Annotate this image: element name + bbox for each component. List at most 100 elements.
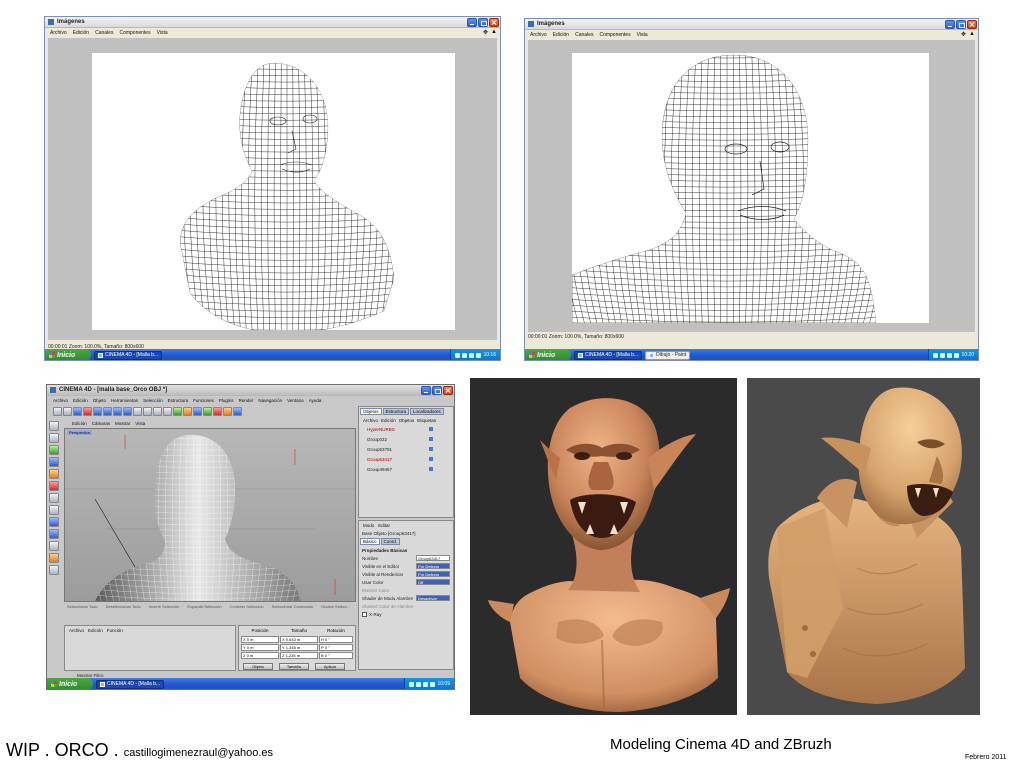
menu-funciones[interactable]: Funciones bbox=[193, 398, 214, 403]
menu-archivo[interactable]: Archivo bbox=[53, 398, 68, 403]
menu-ayuda[interactable]: Ayuda bbox=[309, 398, 322, 403]
attribute-value[interactable]: Group63417 bbox=[416, 555, 450, 561]
sel-all[interactable]: Seleccionar Todo bbox=[67, 604, 98, 609]
sel-invert[interactable]: Invertir Selección bbox=[149, 604, 180, 609]
mat-menu-edicion[interactable]: Edición bbox=[88, 628, 103, 633]
object-list-item[interactable]: Group022 bbox=[359, 434, 453, 444]
menu-componentes[interactable]: Componentes bbox=[599, 32, 630, 38]
tray-icon[interactable] bbox=[947, 352, 953, 358]
minimize-button[interactable] bbox=[421, 385, 431, 395]
attribute-value[interactable]: Por Defecto bbox=[416, 563, 450, 569]
z-axis-icon[interactable] bbox=[123, 406, 132, 416]
x-axis-icon[interactable] bbox=[103, 406, 112, 416]
sel-shrink[interactable]: Contraer Selección bbox=[230, 604, 264, 609]
mat-menu-archivo[interactable]: Archivo bbox=[69, 628, 84, 633]
attr-menu-editar[interactable]: Editar bbox=[378, 523, 390, 528]
sel-grow[interactable]: Expandir Selección bbox=[187, 604, 221, 609]
vp-menu-vista[interactable]: Vista bbox=[135, 421, 145, 426]
tray-icon[interactable] bbox=[462, 352, 468, 358]
tweak-icon[interactable] bbox=[49, 541, 59, 551]
redo-icon[interactable] bbox=[63, 406, 72, 416]
checker-icon[interactable] bbox=[49, 493, 59, 503]
vp-menu-camaras[interactable]: Cámaras bbox=[92, 421, 110, 426]
tray-icon[interactable] bbox=[476, 352, 482, 358]
deformer-icon[interactable] bbox=[213, 406, 222, 416]
vp-menu-mostrar[interactable]: Mostrar bbox=[115, 421, 130, 426]
array-icon[interactable] bbox=[203, 406, 212, 416]
tray-icon[interactable] bbox=[469, 352, 475, 358]
attribute-value[interactable]: Por Defecto bbox=[416, 571, 450, 577]
edges-mode-icon[interactable] bbox=[49, 457, 59, 467]
nurbs-icon[interactable] bbox=[183, 406, 192, 416]
camera-icon[interactable] bbox=[233, 406, 242, 416]
menu-canales[interactable]: Canales bbox=[95, 30, 113, 36]
texture-mode-icon[interactable] bbox=[49, 481, 59, 491]
tray-icon[interactable] bbox=[409, 681, 415, 687]
workplane-icon[interactable] bbox=[49, 529, 59, 539]
polygons-mode-icon[interactable] bbox=[49, 469, 59, 479]
menu-componentes[interactable]: Componentes bbox=[119, 30, 150, 36]
menu-ventana[interactable]: Ventana bbox=[287, 398, 304, 403]
tray-icon[interactable] bbox=[954, 352, 960, 358]
visibility-icon[interactable] bbox=[429, 467, 433, 471]
taskbar-item-cinema4d[interactable]: CINEMA 4D - [Malla b... bbox=[574, 350, 643, 360]
obj-menu-etiquetas[interactable]: Etiquetas bbox=[417, 418, 436, 423]
menu-archivo[interactable]: Archivo bbox=[530, 32, 547, 38]
scale-tool-icon[interactable] bbox=[83, 406, 92, 416]
start-button-1[interactable]: Inicio bbox=[45, 349, 91, 360]
object-list-item[interactable]: HyperNURBS bbox=[359, 424, 453, 434]
obj-menu-edicion[interactable]: Edición bbox=[381, 418, 396, 423]
tray-icon[interactable] bbox=[455, 352, 461, 358]
tab-estructura[interactable]: Estructura bbox=[382, 408, 410, 415]
sel-hide[interactable]: Ocultar Selecc... bbox=[321, 604, 350, 609]
window-1-titlebar[interactable]: Imágenes bbox=[45, 17, 500, 28]
obj-menu-objetos[interactable]: Objetos bbox=[399, 418, 415, 423]
xray-checkbox[interactable] bbox=[362, 611, 367, 617]
light-icon[interactable]: ▲ bbox=[969, 31, 975, 38]
taskbar-item-paint[interactable]: Dibujo - Paint bbox=[645, 350, 691, 360]
lock-icon[interactable] bbox=[49, 565, 59, 575]
render-settings-icon[interactable] bbox=[163, 406, 172, 416]
move-icon[interactable]: ✥ bbox=[483, 29, 488, 36]
render-region-icon[interactable] bbox=[153, 406, 162, 416]
render-view-icon[interactable] bbox=[143, 406, 152, 416]
points-mode-icon[interactable] bbox=[49, 445, 59, 455]
menu-edicion[interactable]: Edición bbox=[73, 398, 88, 403]
object-list-item[interactable]: Group53791 bbox=[359, 444, 453, 454]
light-icon[interactable] bbox=[223, 406, 232, 416]
menu-objeto[interactable]: Objeto bbox=[93, 398, 106, 403]
tray-icon[interactable] bbox=[940, 352, 946, 358]
minimize-button[interactable] bbox=[467, 17, 477, 27]
attr-menu-modo[interactable]: Modo bbox=[363, 523, 374, 528]
apply-button[interactable]: Aplicar bbox=[315, 663, 345, 670]
object-list-item[interactable]: Group63417 bbox=[359, 454, 453, 464]
tray-icon[interactable] bbox=[933, 352, 939, 358]
model-mode-icon[interactable] bbox=[49, 421, 59, 431]
tray-icon[interactable] bbox=[430, 681, 436, 687]
menu-canales[interactable]: Canales bbox=[575, 32, 593, 38]
maximize-button[interactable] bbox=[478, 17, 488, 27]
position-y[interactable]: Y 0 m bbox=[241, 644, 279, 651]
start-button-2[interactable]: Inicio bbox=[525, 349, 571, 360]
menu-edicion[interactable]: Edición bbox=[553, 32, 569, 38]
vp-menu-edicion[interactable]: Edición bbox=[72, 421, 87, 426]
tray-icon[interactable] bbox=[416, 681, 422, 687]
position-z[interactable]: Z 0 m bbox=[241, 652, 279, 659]
sel-none[interactable]: Deseleccionar Todo bbox=[106, 604, 141, 609]
undo-icon[interactable] bbox=[53, 406, 62, 416]
object-list-item[interactable]: Group49467 bbox=[359, 464, 453, 474]
coord-mode-object-dropdown[interactable]: Objeto bbox=[243, 663, 273, 670]
spline-icon[interactable] bbox=[193, 406, 202, 416]
visibility-icon[interactable] bbox=[429, 457, 433, 461]
move-icon[interactable]: ✥ bbox=[961, 31, 966, 38]
light-icon[interactable]: ▲ bbox=[491, 29, 497, 36]
tab-basico[interactable]: Básico bbox=[360, 538, 380, 545]
mat-menu-funcion[interactable]: Función bbox=[107, 628, 123, 633]
taskbar-item-cinema4d[interactable]: CINEMA 4D - [Malla b... bbox=[94, 350, 163, 360]
close-button[interactable] bbox=[489, 17, 499, 27]
sel-connected[interactable]: Seleccionar Conectado bbox=[272, 604, 313, 609]
menu-herramientas[interactable]: Herramientas bbox=[111, 398, 138, 403]
menu-seleccion[interactable]: Selección bbox=[143, 398, 163, 403]
position-x[interactable]: X 0 m bbox=[241, 636, 279, 643]
menu-render[interactable]: Render bbox=[239, 398, 254, 403]
